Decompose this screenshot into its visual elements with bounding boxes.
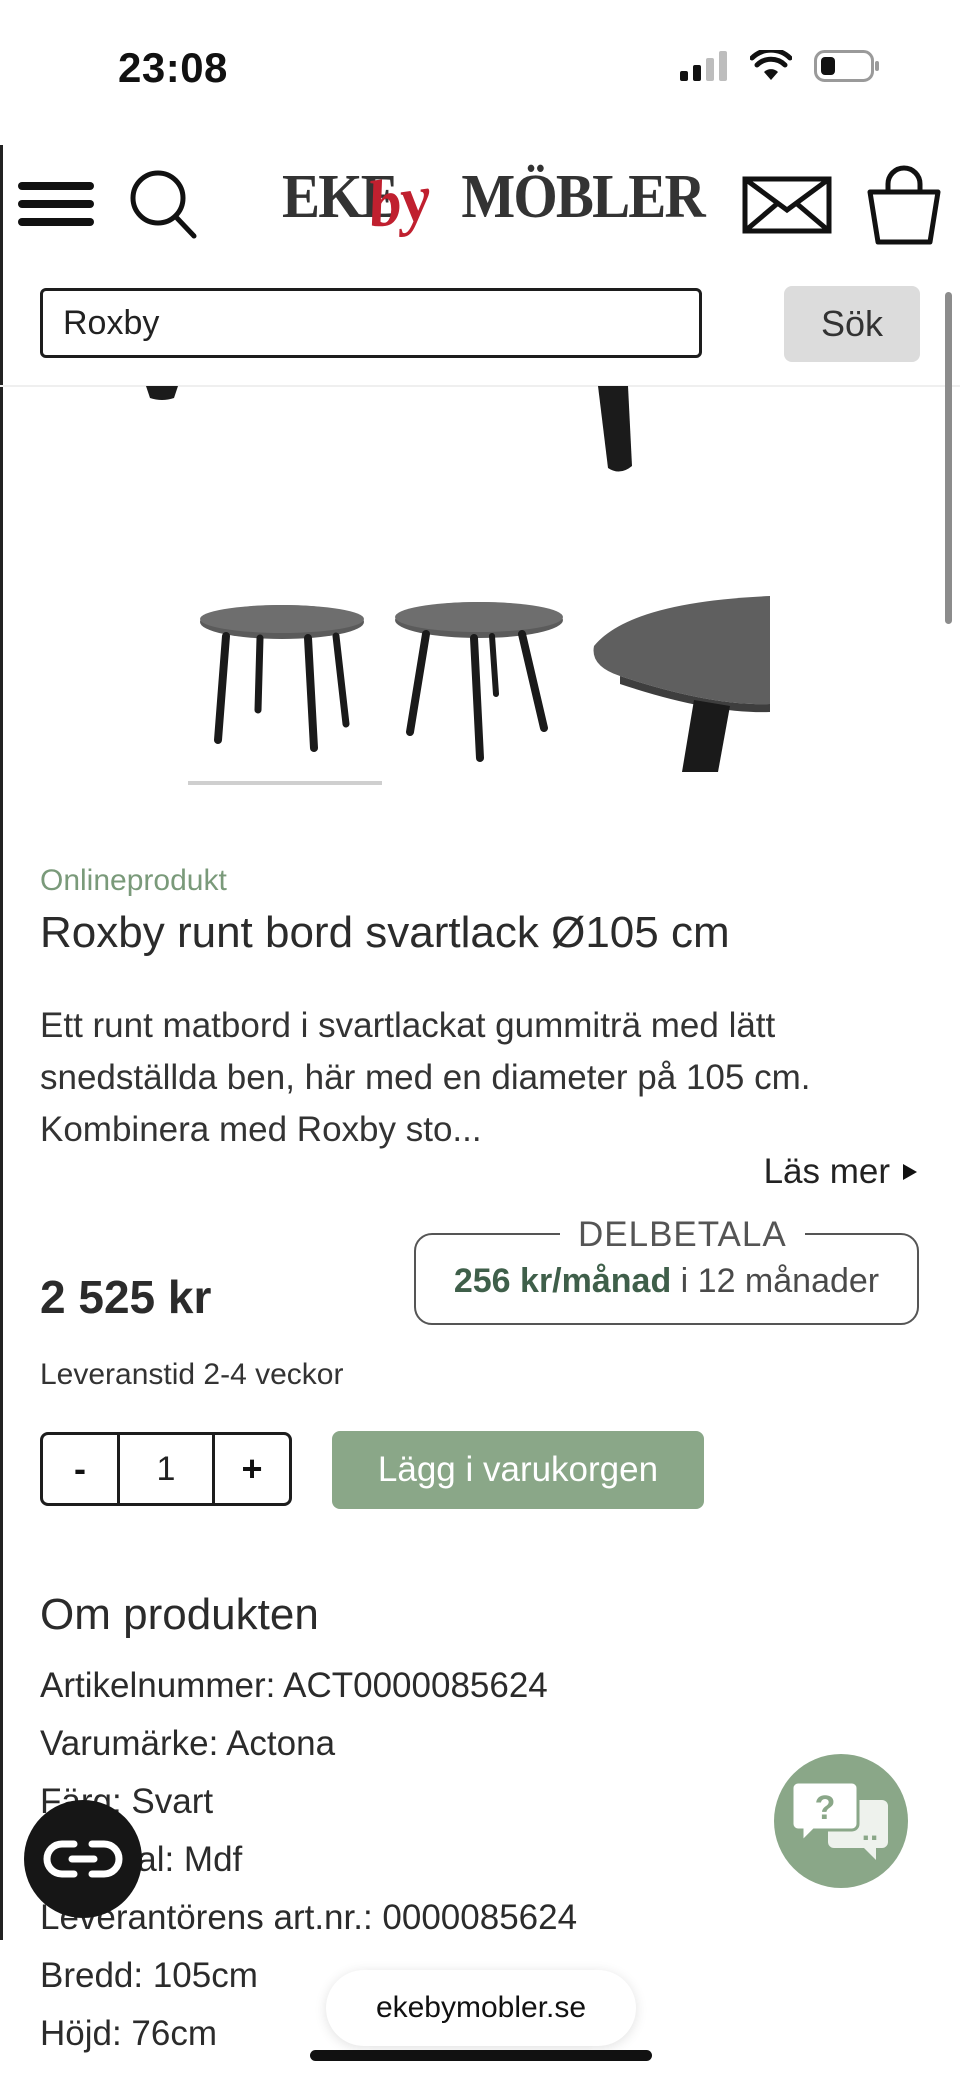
delivery-time: Leveranstid 2-4 veckor xyxy=(40,1358,344,1391)
shopping-bag-icon[interactable] xyxy=(866,164,942,246)
quantity-decrease-button[interactable]: - xyxy=(43,1435,117,1503)
search-icon[interactable] xyxy=(128,168,198,240)
chat-dots: .. xyxy=(862,1814,879,1847)
read-more-label: Läs mer xyxy=(763,1152,890,1191)
product-description: Ett runt matbord i svartlackat gummiträ … xyxy=(40,1006,811,1149)
spec-brand: Varumärke: Actona xyxy=(40,1724,336,1763)
installment-label: DELBETALA xyxy=(560,1215,805,1255)
search-button[interactable]: Sök xyxy=(784,286,920,362)
browser-url-bar[interactable]: ekebymobler.se xyxy=(326,1970,636,2046)
brand-by: by xyxy=(363,161,436,242)
brand-logo[interactable]: EKE MÖBLER by xyxy=(282,152,706,252)
home-indicator[interactable] xyxy=(310,2050,652,2061)
gallery-indicator xyxy=(188,781,382,785)
product-title: Roxby runt bord svartlack Ø105 cm xyxy=(40,908,730,957)
product-thumbnail-1[interactable] xyxy=(196,598,368,762)
wifi-icon xyxy=(750,50,792,80)
product-price: 2 525 kr xyxy=(40,1271,212,1323)
installment-text: 256 kr/månad i 12 månader xyxy=(414,1262,919,1301)
product-main-image[interactable] xyxy=(0,386,960,476)
product-thumbnail-3[interactable] xyxy=(590,596,770,772)
hamburger-menu-icon[interactable] xyxy=(18,180,96,228)
cookie-consent-icon xyxy=(43,1840,123,1878)
cellular-signal-icon xyxy=(680,51,727,81)
brand-mobler: MÖBLER xyxy=(461,163,705,231)
product-thumbnail-2[interactable] xyxy=(392,596,566,764)
add-to-cart-button[interactable]: Lägg i varukorgen xyxy=(332,1431,704,1509)
spec-width: Bredd: 105cm xyxy=(40,1956,258,1995)
installment-term: i 12 månader xyxy=(680,1262,880,1300)
chat-button[interactable]: ? .. xyxy=(774,1754,908,1888)
read-more-link[interactable]: Läs mer xyxy=(764,1152,918,1192)
triangle-right-icon xyxy=(903,1164,917,1180)
mail-icon[interactable] xyxy=(742,176,832,234)
quantity-stepper: - 1 + xyxy=(40,1432,292,1506)
installment-amount: 256 kr/månad xyxy=(453,1262,672,1300)
quantity-increase-button[interactable]: + xyxy=(215,1435,289,1503)
chat-question-mark: ? xyxy=(815,1789,836,1827)
cookie-consent-button[interactable] xyxy=(24,1800,142,1918)
status-time: 23:08 xyxy=(118,44,228,91)
spec-height: Höjd: 76cm xyxy=(40,2014,218,2053)
online-product-tag: Onlineprodukt xyxy=(40,864,227,897)
chat-bubbles-icon: ? .. xyxy=(790,1780,888,1860)
status-icons xyxy=(680,50,880,82)
spec-article-number: Artikelnummer: ACT0000085624 xyxy=(40,1666,548,1705)
quantity-value[interactable]: 1 xyxy=(117,1435,215,1503)
search-input[interactable] xyxy=(40,288,702,358)
about-product-heading: Om produkten xyxy=(40,1590,319,1639)
battery-icon xyxy=(814,50,879,82)
